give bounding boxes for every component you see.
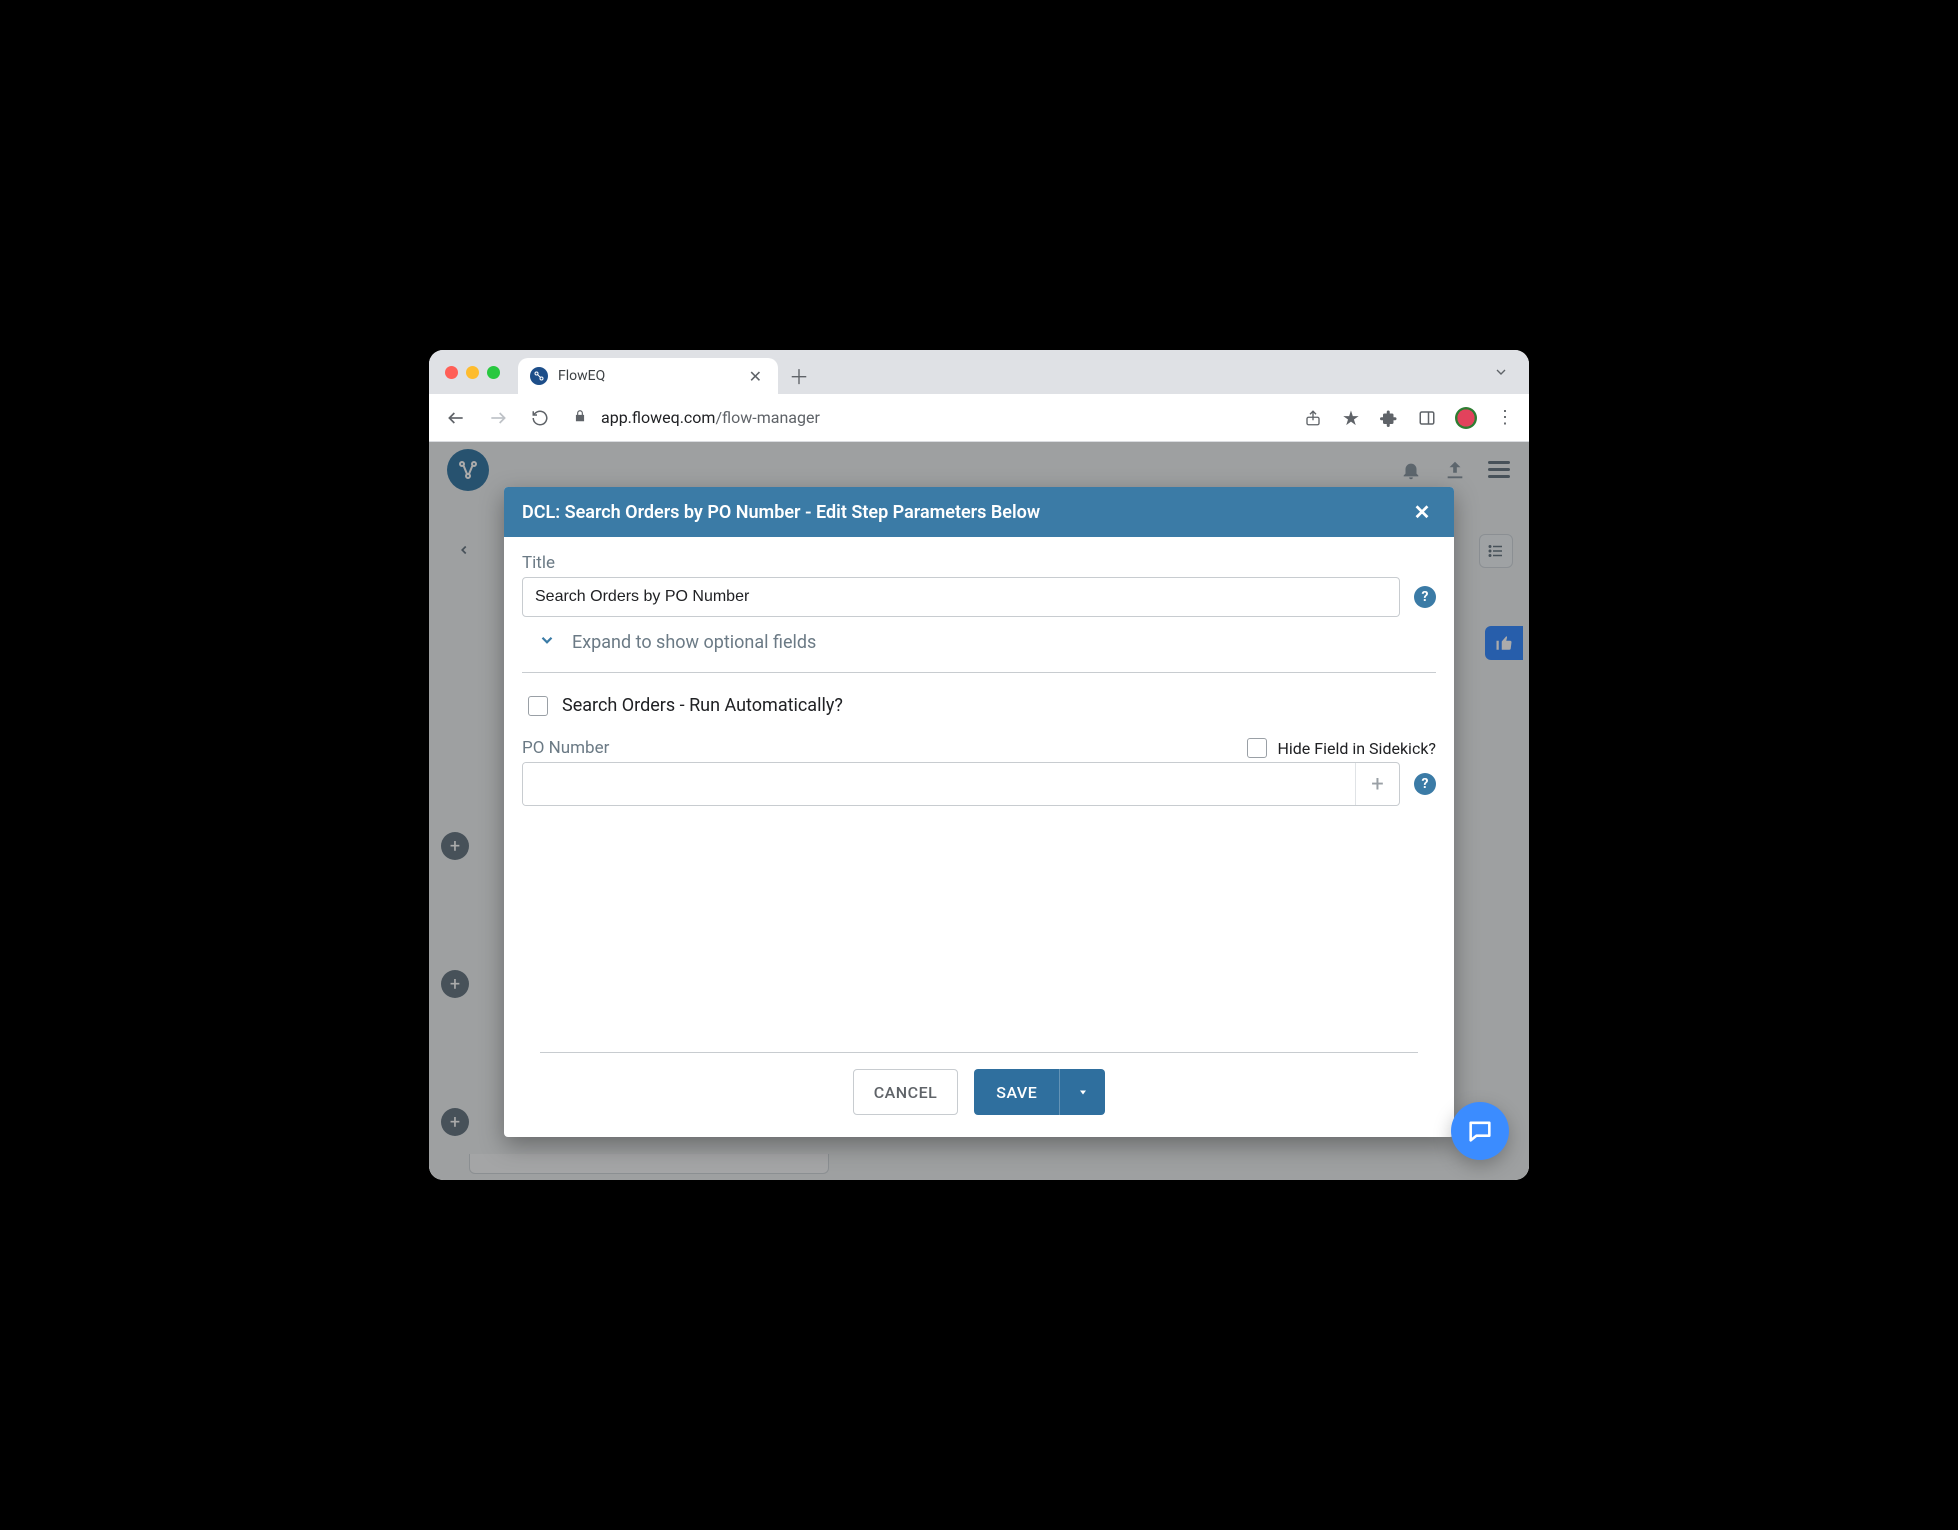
save-dropdown-icon[interactable] [1059, 1069, 1105, 1115]
expand-optional-fields-toggle[interactable]: Expand to show optional fields [522, 617, 1436, 672]
save-button-label: SAVE [996, 1069, 1059, 1115]
title-help-icon[interactable]: ? [1414, 586, 1436, 608]
run-automatically-checkbox[interactable] [528, 696, 548, 716]
toolbar-actions: ★ ⋮ [1303, 407, 1519, 429]
chevron-down-icon [538, 631, 556, 654]
reload-button[interactable] [523, 401, 557, 435]
cancel-button[interactable]: CANCEL [853, 1069, 959, 1115]
modal-footer: CANCEL SAVE [540, 1052, 1418, 1137]
forward-button[interactable] [481, 401, 515, 435]
title-label: Title [522, 553, 1436, 573]
browser-tab[interactable]: FlowEQ ✕ [518, 358, 778, 394]
modal-body: Title ? Expand to show optional fields [504, 537, 1454, 1137]
chat-support-button[interactable] [1451, 1102, 1509, 1160]
modal-close-icon[interactable]: ✕ [1408, 498, 1436, 526]
cancel-button-label: CANCEL [874, 1083, 938, 1102]
expand-optional-fields-label: Expand to show optional fields [572, 632, 816, 653]
new-tab-button[interactable]: ＋ [784, 360, 814, 390]
url-domain: app.floweq.com [601, 408, 715, 427]
po-number-input[interactable] [523, 763, 1355, 805]
maximize-window-icon[interactable] [487, 366, 500, 379]
tab-strip: FlowEQ ✕ ＋ [429, 350, 1529, 394]
run-automatically-label: Search Orders - Run Automatically? [562, 695, 843, 716]
browser-window: FlowEQ ✕ ＋ app.floweq.com/flow-manager ★ [429, 350, 1529, 1180]
app-viewport: + + + DCL: Search Orders by PO Number - … [429, 442, 1529, 1180]
po-number-label: PO Number [522, 738, 609, 758]
title-input[interactable] [522, 577, 1400, 617]
profile-avatar-icon[interactable] [1455, 407, 1477, 429]
tab-close-icon[interactable]: ✕ [745, 365, 766, 388]
save-button[interactable]: SAVE [974, 1069, 1105, 1115]
side-panel-icon[interactable] [1417, 408, 1437, 428]
hide-field-checkbox[interactable] [1247, 738, 1267, 758]
tabs-overflow-icon[interactable] [1483, 360, 1519, 388]
back-button[interactable] [439, 401, 473, 435]
modal-title: DCL: Search Orders by PO Number - Edit S… [522, 502, 1040, 523]
lock-icon [573, 409, 587, 427]
modal-header: DCL: Search Orders by PO Number - Edit S… [504, 487, 1454, 537]
share-icon[interactable] [1303, 408, 1323, 428]
po-number-add-icon[interactable]: + [1355, 763, 1399, 805]
tab-title: FlowEQ [558, 368, 735, 384]
bookmark-star-icon[interactable]: ★ [1341, 408, 1361, 428]
extensions-icon[interactable] [1379, 408, 1399, 428]
browser-menu-icon[interactable]: ⋮ [1495, 408, 1515, 428]
minimize-window-icon[interactable] [466, 366, 479, 379]
po-number-help-icon[interactable]: ? [1414, 773, 1436, 795]
edit-step-modal: DCL: Search Orders by PO Number - Edit S… [504, 487, 1454, 1137]
url-path: /flow-manager [715, 408, 819, 427]
browser-toolbar: app.floweq.com/flow-manager ★ ⋮ [429, 394, 1529, 442]
chat-icon [1466, 1117, 1494, 1145]
tab-favicon-icon [530, 367, 548, 385]
close-window-icon[interactable] [445, 366, 458, 379]
po-number-input-wrap: + [522, 762, 1400, 806]
window-controls [445, 366, 500, 379]
hide-field-label: Hide Field in Sidekick? [1277, 739, 1436, 758]
address-bar[interactable]: app.floweq.com/flow-manager [595, 408, 1295, 427]
